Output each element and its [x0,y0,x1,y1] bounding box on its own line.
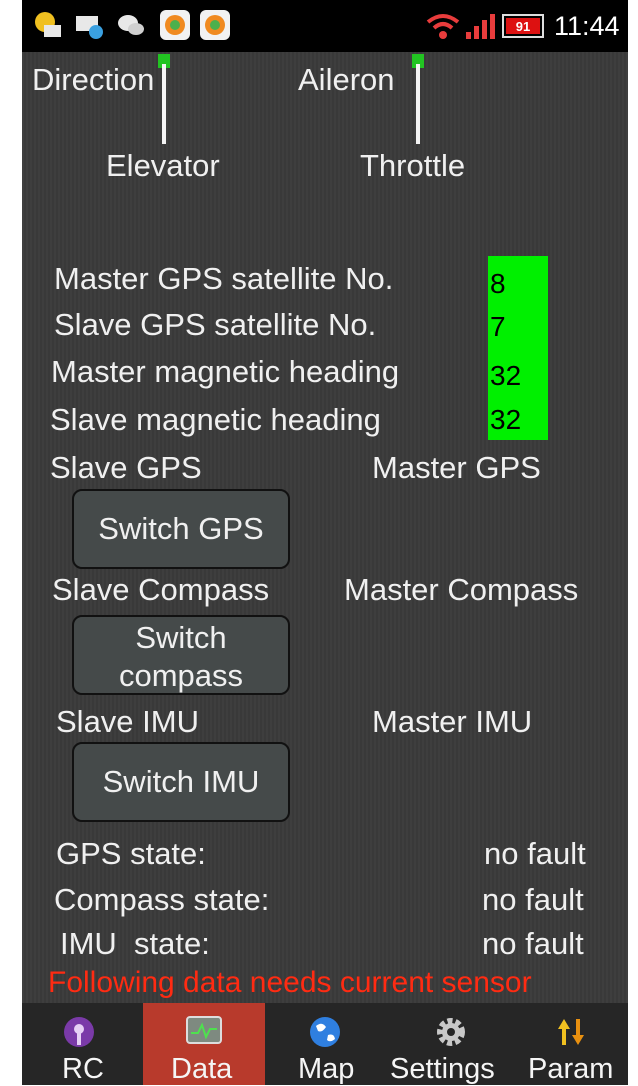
stick-label-direction: Direction [32,62,155,97]
slave-imu-label: Slave IMU [56,704,199,739]
slave-gps-sat-label: Slave GPS satellite No. [54,307,377,342]
globe-icon [310,1017,340,1047]
switch-imu-button[interactable]: Switch IMU [72,742,290,822]
stick-label-throttle: Throttle [360,148,466,183]
slave-gps-sat-value: 7 [490,311,506,342]
switch-compass-line2: compass [118,658,244,693]
qq-mail-icon [32,10,62,40]
stick-label-elevator: Elevator [106,148,220,183]
tab-rc[interactable]: RC [22,1003,142,1085]
master-gps-label: Master GPS [372,450,541,485]
clock: 11:44 [554,11,620,41]
switch-gps-button[interactable]: Switch GPS [72,489,290,569]
imu-state-value: no fault [482,926,584,961]
left-stick-line [162,64,166,144]
gps-state-value: no fault [484,836,586,871]
slave-heading-label: Slave magnetic heading [50,402,381,437]
battery-icon: 91 [502,14,544,38]
tab-settings-label: Settings [390,1053,495,1085]
readings-value-panel: 8 7 32 32 [488,256,548,440]
tab-param[interactable]: Param [516,1003,628,1085]
slave-heading-value: 32 [490,404,522,435]
tab-data-label: Data [171,1053,233,1085]
slave-compass-label: Slave Compass [52,572,270,607]
imu-state-label: IMU state: [60,926,210,961]
switch-compass-line1: Switch [135,620,227,655]
stick-label-aileron: Aileron [298,62,395,97]
current-sensor-warning: Following data needs current sensor [48,966,532,999]
app-icon [160,10,190,40]
master-heading-label: Master magnetic heading [51,354,400,389]
bottom-tab-bar: RC Data Map Settings Param [22,1003,628,1085]
wechat-icon [116,10,146,40]
monitor-icon [186,1016,222,1044]
tab-settings[interactable]: Settings [386,1003,516,1085]
message-icon [74,10,104,40]
master-compass-label: Master Compass [344,572,579,607]
tab-data[interactable]: Data [143,1003,265,1085]
switch-compass-button[interactable]: Switch compass [72,615,290,695]
master-gps-sat-label: Master GPS satellite No. [54,261,394,296]
radio-icon [64,1017,94,1047]
wifi-icon [426,12,460,45]
tab-map[interactable]: Map [266,1003,386,1085]
compass-state-value: no fault [482,882,584,917]
gps-state-label: GPS state: [56,836,206,871]
master-imu-label: Master IMU [372,704,533,739]
right-stick-line [416,64,420,144]
app-icon [200,10,230,40]
master-gps-sat-value: 8 [490,268,506,299]
battery-level: 91 [506,18,540,34]
signal-icon [464,14,498,45]
slave-gps-label: Slave GPS [50,450,202,485]
tab-rc-label: RC [62,1053,104,1085]
compass-state-label: Compass state: [54,882,270,917]
app-screen: 91 11:44 Direction Elevator Aileron Thro… [22,0,628,1085]
gear-icon [437,1018,465,1046]
tab-param-label: Param [528,1053,614,1085]
tab-map-label: Map [298,1053,355,1085]
arrows-icon [558,1019,584,1045]
status-bar: 91 11:44 [22,0,628,52]
master-heading-value: 32 [490,360,522,391]
